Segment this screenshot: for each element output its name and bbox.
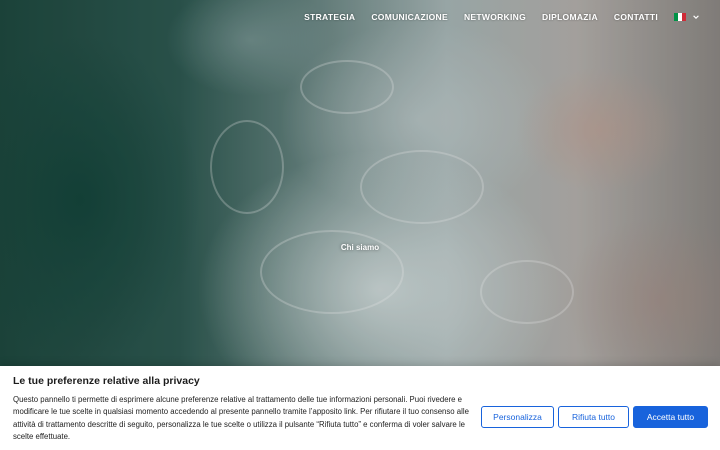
reject-all-button[interactable]: Rifiuta tutto	[558, 406, 629, 428]
italian-flag-icon	[674, 13, 686, 21]
cookie-consent-banner: Le tue preferenze relative alla privacy …	[0, 366, 720, 450]
hero-section: STRATEGIA COMUNICAZIONE NETWORKING DIPLO…	[0, 0, 720, 366]
hero-label: Chi siamo	[340, 243, 380, 252]
chevron-down-icon	[693, 15, 699, 19]
cookie-banner-title: Le tue preferenze relative alla privacy	[13, 375, 200, 387]
nav-item-contatti[interactable]: CONTATTI	[614, 12, 658, 22]
accept-all-button[interactable]: Accetta tutto	[633, 406, 708, 428]
nav-item-diplomazia[interactable]: DIPLOMAZIA	[542, 12, 598, 22]
main-navigation: STRATEGIA COMUNICAZIONE NETWORKING DIPLO…	[288, 12, 700, 22]
customize-button[interactable]: Personalizza	[481, 406, 554, 428]
nav-item-networking[interactable]: NETWORKING	[464, 12, 526, 22]
nav-item-comunicazione[interactable]: COMUNICAZIONE	[371, 12, 448, 22]
language-switcher[interactable]	[674, 13, 700, 21]
cookie-banner-text: Questo pannello ti permette di esprimere…	[13, 395, 469, 442]
hero-overlay	[0, 0, 720, 366]
nav-item-strategia[interactable]: STRATEGIA	[304, 12, 355, 22]
